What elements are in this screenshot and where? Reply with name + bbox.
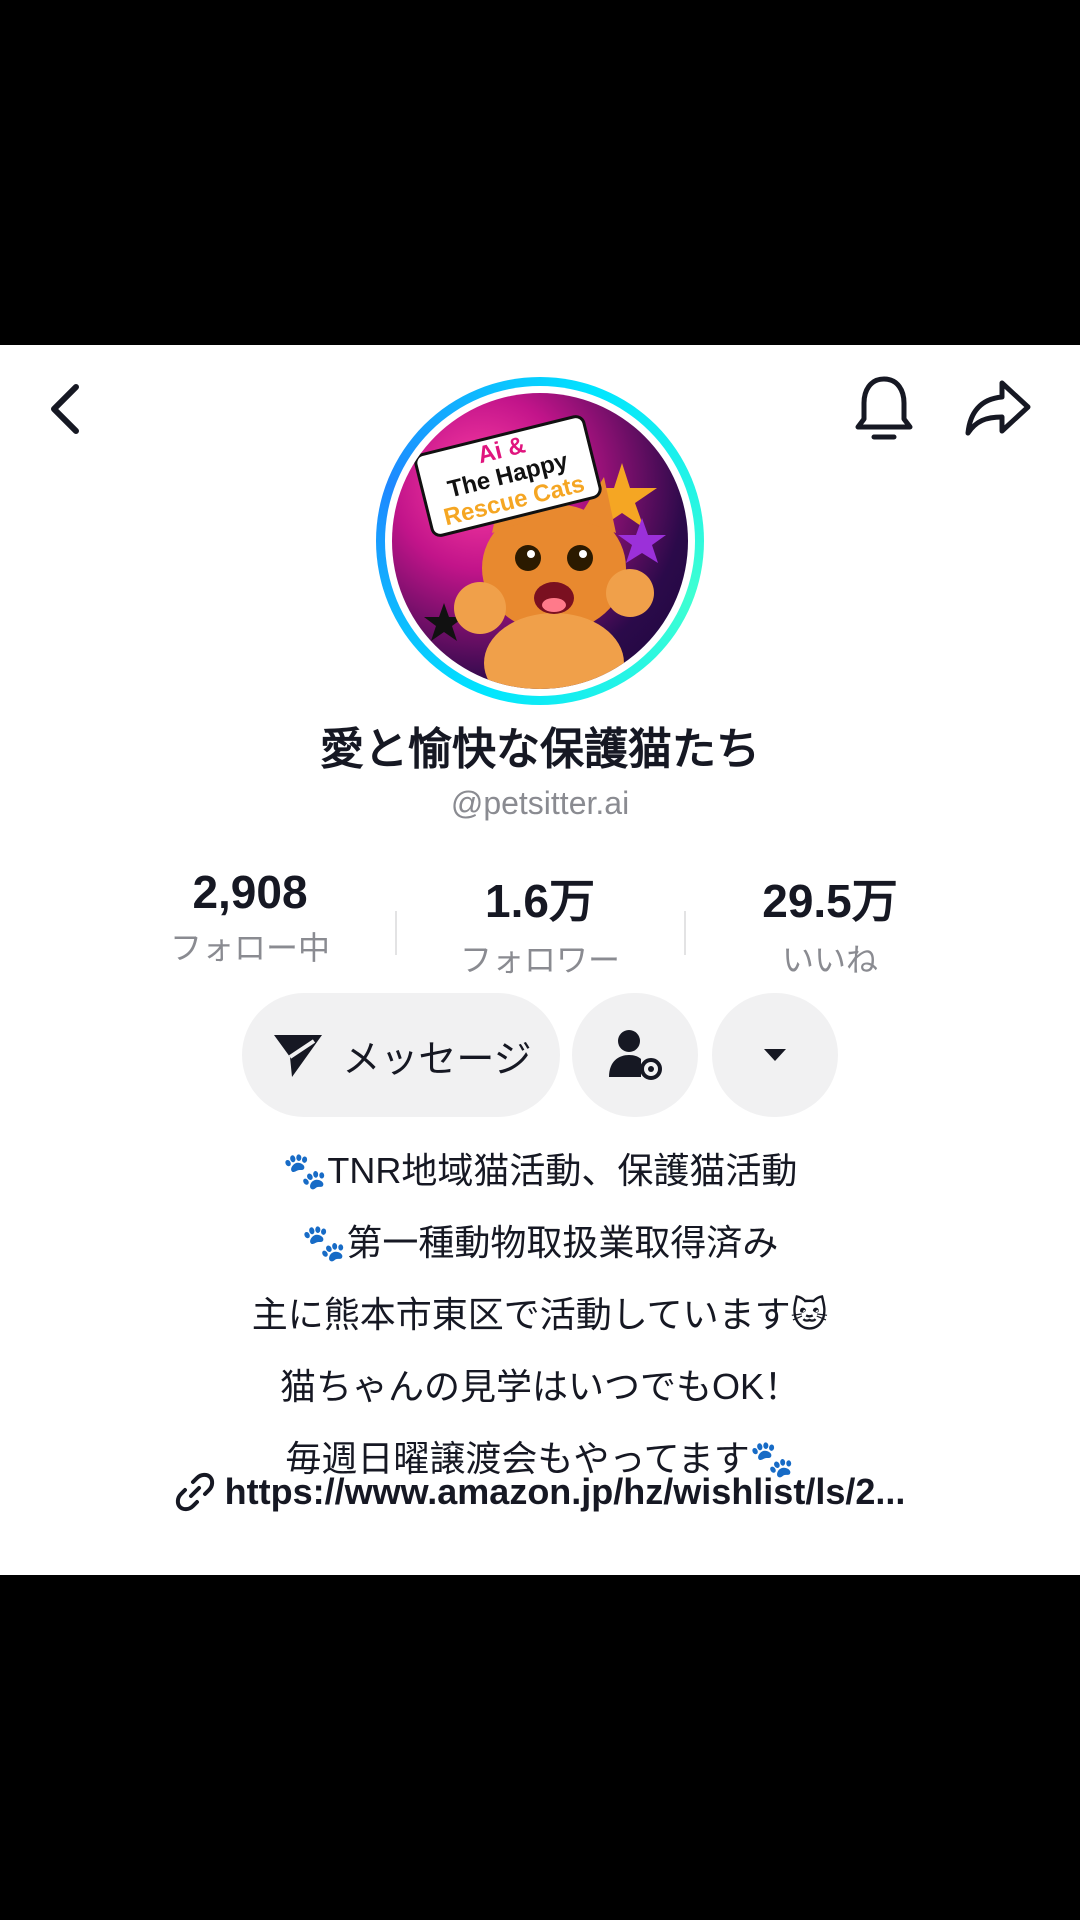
following-count: 2,908 [192,866,308,918]
profile-panel: Ai & The Happy Rescue Cats 愛と愉快な保護猫たち @p… [0,345,1080,1575]
bio-line: 🐾TNR地域猫活動、保護猫活動 [282,1150,798,1191]
bio-line: 主に熊本市東区で活動しています🐱 [251,1294,829,1335]
share-icon [965,380,1031,436]
followers-count: 1.6万 [485,875,595,927]
user-settings-icon [609,1030,662,1080]
more-options-button[interactable] [712,993,838,1117]
username-handle: @petsitter.ai [450,785,630,821]
back-icon [51,384,79,434]
send-icon [274,1035,323,1077]
likes-count: 29.5万 [762,875,898,927]
stat-followers[interactable]: 1.6万 フォロワー [430,865,650,981]
bio: 🐾TNR地域猫活動、保護猫活動 🐾第一種動物取扱業取得済み 主に熊本市東区で活動… [0,1135,1080,1495]
notification-button[interactable] [848,369,920,449]
likes-label: いいね [781,942,878,978]
stat-following[interactable]: 2,908 フォロー中 [140,865,360,969]
message-button[interactable]: メッセージ [242,993,560,1117]
avatar[interactable]: Ai & The Happy Rescue Cats [376,377,704,705]
share-button[interactable] [958,369,1038,449]
bio-line: 🐾第一種動物取扱業取得済み [301,1222,779,1263]
message-button-label: メッセージ [342,1038,532,1081]
stat-divider [684,911,686,955]
back-button[interactable] [32,373,96,445]
bell-icon [855,376,913,440]
link-icon [175,1472,214,1512]
profile-link[interactable]: https://www.amazon.jp/hz/wishlist/ls/2..… [0,1471,1080,1513]
follow-settings-button[interactable] [572,993,698,1117]
following-label: フォロー中 [169,930,330,966]
stat-divider [395,911,397,955]
stat-likes[interactable]: 29.5万 いいね [720,865,940,981]
avatar-image: Ai & The Happy Rescue Cats [392,393,688,689]
profile-link-text: https://www.amazon.jp/hz/wishlist/ls/2..… [224,1471,906,1512]
caret-down-icon [764,1049,786,1061]
followers-label: フォロワー [459,942,620,978]
stats-row: 2,908 フォロー中 1.6万 フォロワー 29.5万 いいね [140,865,940,985]
display-name: 愛と愉快な保護猫たち [320,725,760,774]
bio-line: 猫ちゃんの見学はいつでもOK！ [279,1366,800,1407]
